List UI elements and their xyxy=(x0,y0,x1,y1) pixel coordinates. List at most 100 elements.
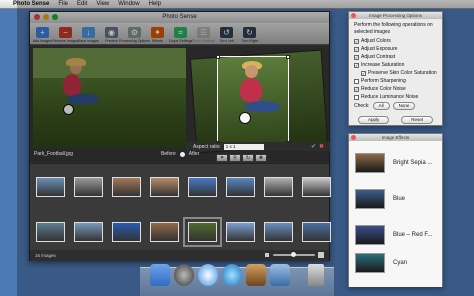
menu-view[interactable]: View xyxy=(96,1,109,7)
after-label[interactable]: After xyxy=(189,151,200,157)
finder-icon[interactable] xyxy=(150,264,170,286)
thumbnail-image[interactable] xyxy=(226,222,255,242)
checkbox[interactable]: ✔ xyxy=(354,54,359,60)
crops-settings-icon: ⌗ xyxy=(174,27,187,38)
processing-options-panel: Image Processing Options Perform the fol… xyxy=(348,11,443,126)
crop-handle-tl[interactable] xyxy=(216,55,220,59)
thumbnail-image[interactable] xyxy=(264,222,293,242)
option-adjust-contrast[interactable]: ✔ Adjust Contrast xyxy=(354,53,437,61)
cancel-crop-icon[interactable]: ✖ xyxy=(319,143,324,150)
check-all-button[interactable]: All xyxy=(372,102,390,110)
toolbar-add-images-button[interactable]: + Add Images xyxy=(32,27,53,43)
toolbar-label: Turn Right xyxy=(241,39,258,43)
toolbar-label: Save Images xyxy=(78,39,99,43)
reset-button[interactable]: Reset xyxy=(401,116,433,124)
thumbnail-image[interactable] xyxy=(36,222,65,242)
launchpad-icon[interactable] xyxy=(174,264,194,286)
preview-app-icon[interactable] xyxy=(270,264,290,286)
checkbox[interactable]: ✔ xyxy=(354,62,359,68)
window-titlebar: Photo Sense xyxy=(30,12,329,23)
thumbnail-image[interactable] xyxy=(150,177,179,197)
dock xyxy=(140,264,334,296)
thumbnail-image[interactable] xyxy=(74,177,103,197)
option-label: Reduce Luminance Noise xyxy=(361,94,419,100)
thumbnail-image[interactable] xyxy=(302,177,331,197)
status-bar: 16 images xyxy=(30,250,329,261)
menu-app-name[interactable]: Photo Sense xyxy=(13,1,49,7)
toolbar-save-images-button[interactable]: ↓ Save Images xyxy=(78,27,99,43)
close-button[interactable] xyxy=(34,14,40,20)
panel-close-icon[interactable] xyxy=(351,13,356,18)
aspect-select[interactable]: 1 x 1 xyxy=(223,143,264,150)
option-reduce-color-noise[interactable]: ✔ Reduce Color Noise xyxy=(354,85,437,93)
effects-close-icon[interactable] xyxy=(351,135,356,140)
small-thumb-icon xyxy=(265,253,269,257)
option-preserve-skin-color-saturation[interactable]: ✔ Preserve Skin Color Saturation xyxy=(354,69,437,77)
option-reduce-luminance-noise[interactable]: Reduce Luminance Noise xyxy=(354,93,437,101)
option-increase-saturation[interactable]: ✔ Increase Saturation xyxy=(354,61,437,69)
thumbnail-image[interactable] xyxy=(264,177,293,197)
photo-sense-icon[interactable] xyxy=(246,264,266,286)
turn-right-icon: ↻ xyxy=(243,27,256,38)
menu-bar: Photo Sense File Edit View Window Help xyxy=(0,0,474,9)
toolbar-remove-images-button[interactable]: − Remove Images xyxy=(52,27,79,43)
processing-options-icon: ⚙ xyxy=(128,27,141,38)
safari-icon[interactable] xyxy=(198,264,218,286)
checkbox[interactable] xyxy=(354,94,359,100)
menu-help[interactable]: Help xyxy=(149,1,161,7)
straighten-tool-icon[interactable]: ✥ xyxy=(255,154,267,162)
before-after-radio[interactable] xyxy=(179,151,185,157)
slider-knob[interactable] xyxy=(291,252,296,257)
checkbox[interactable]: ✔ xyxy=(354,38,359,44)
toolbar-label: Preview xyxy=(105,39,118,43)
processing-intro: Perform the following operations on sele… xyxy=(354,22,433,35)
crop-tool-icon[interactable]: ⌗ xyxy=(216,154,228,162)
option-adjust-exposure[interactable]: ✔ Adjust Exposure xyxy=(354,45,437,53)
thumbnail-image[interactable] xyxy=(74,222,103,242)
trash-icon[interactable] xyxy=(308,264,324,286)
crop-handle-tr[interactable] xyxy=(286,55,290,59)
toolbar-photo-settings-button[interactable]: ☰ Photo Settings xyxy=(192,27,215,43)
before-label[interactable]: Before xyxy=(161,151,176,157)
thumbnail-image-selected[interactable] xyxy=(183,217,222,247)
crop-frame[interactable] xyxy=(216,55,290,145)
thumbnail-image[interactable] xyxy=(36,177,65,197)
window-title: Photo Sense xyxy=(162,14,197,20)
menu-edit[interactable]: Edit xyxy=(77,1,87,7)
zoom-tool-icon[interactable]: ⚲ xyxy=(229,154,241,162)
thumbnail-image[interactable] xyxy=(150,222,179,242)
toolbar-crops-settings-button[interactable]: ⌗ Crops Settings xyxy=(169,27,192,43)
thumbnail-image[interactable] xyxy=(188,177,217,197)
itunes-icon[interactable] xyxy=(222,264,242,286)
zoom-button[interactable] xyxy=(52,14,58,20)
checkbox[interactable]: ✔ xyxy=(361,70,366,76)
checkbox[interactable] xyxy=(354,78,359,84)
apply-button[interactable]: Apply xyxy=(358,116,390,124)
toolbar-effects-button[interactable]: ✦ Effects xyxy=(147,27,168,43)
view-tools: ⌗ ⚲ ↻ ✥ xyxy=(216,154,267,162)
thumbnail-image[interactable] xyxy=(226,177,255,197)
thumbnail-image[interactable] xyxy=(302,222,331,242)
minimize-button[interactable] xyxy=(43,14,49,20)
option-perform-sharpening[interactable]: Perform Sharpening xyxy=(354,77,437,85)
toolbar-turn-right-button[interactable]: ↻ Turn Right xyxy=(239,27,260,43)
effects-icon: ✦ xyxy=(151,27,164,38)
toolbar: + Add Images − Remove Images ↓ Save Images ◉ Pr… xyxy=(30,23,329,45)
checkbox[interactable]: ✔ xyxy=(354,46,359,52)
menu-file[interactable]: File xyxy=(58,1,68,7)
menu-window[interactable]: Window xyxy=(118,1,139,7)
checkbox[interactable]: ✔ xyxy=(354,86,359,92)
main-window: Photo Sense + Add Images − Remove Images ↓ Sa… xyxy=(29,11,331,261)
effect-label: Blue – Red F... xyxy=(393,232,433,238)
check-none-button[interactable]: None xyxy=(392,102,416,110)
option-label: Adjust Colors xyxy=(361,38,391,44)
toolbar-label: Remove Images xyxy=(52,39,79,43)
thumbnail-image[interactable] xyxy=(112,222,141,242)
rotate-tool-icon[interactable]: ↻ xyxy=(242,154,254,162)
thumbnail-image[interactable] xyxy=(112,177,141,197)
toolbar-processing-options-button[interactable]: ⚙ Processing Options xyxy=(119,27,150,43)
option-adjust-colors[interactable]: ✔ Adjust Colors xyxy=(354,37,437,45)
confirm-crop-icon[interactable]: ✔ xyxy=(311,143,316,150)
thumbnail-size-slider[interactable] xyxy=(273,252,315,257)
toolbar-turn-left-button[interactable]: ↺ Turn Left xyxy=(216,27,237,43)
